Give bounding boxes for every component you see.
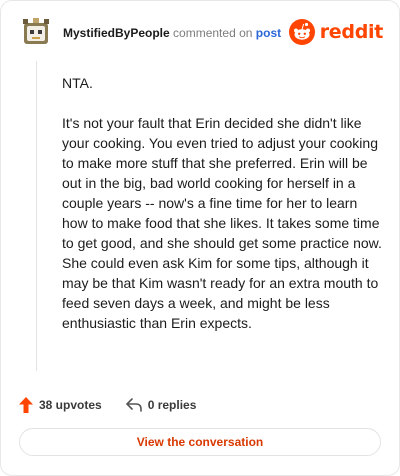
post-link[interactable]: post <box>256 26 281 40</box>
comment-meta: MystifiedByPeople commented on post <box>63 26 281 40</box>
user-avatar[interactable] <box>21 17 51 47</box>
upvotes-count: 38 upvotes <box>39 398 102 412</box>
replies[interactable]: 0 replies <box>125 398 197 412</box>
reddit-brand[interactable]: reddit <box>288 17 384 47</box>
reply-icon <box>125 398 142 412</box>
action-text: commented on <box>173 26 253 40</box>
upvote-arrow-icon <box>19 397 33 413</box>
comment-header: MystifiedByPeople commented on post redd… <box>21 17 383 53</box>
comment-paragraph: It's not your fault that Erin decided sh… <box>62 115 382 331</box>
view-conversation-button[interactable]: View the conversation <box>19 428 381 456</box>
comment-footer: 38 upvotes 0 replies <box>19 393 196 417</box>
replies-count: 0 replies <box>147 398 197 412</box>
brand-wordmark: reddit <box>319 21 384 43</box>
thread-line <box>36 61 37 371</box>
username[interactable]: MystifiedByPeople <box>63 26 170 40</box>
comment-embed-card: MystifiedByPeople commented on post redd… <box>0 0 400 476</box>
reddit-logo-icon <box>288 19 315 45</box>
comment-body: NTA. It's not your fault that Erin decid… <box>62 73 384 353</box>
upvotes[interactable]: 38 upvotes <box>19 397 102 413</box>
comment-paragraph: NTA. <box>62 75 93 91</box>
